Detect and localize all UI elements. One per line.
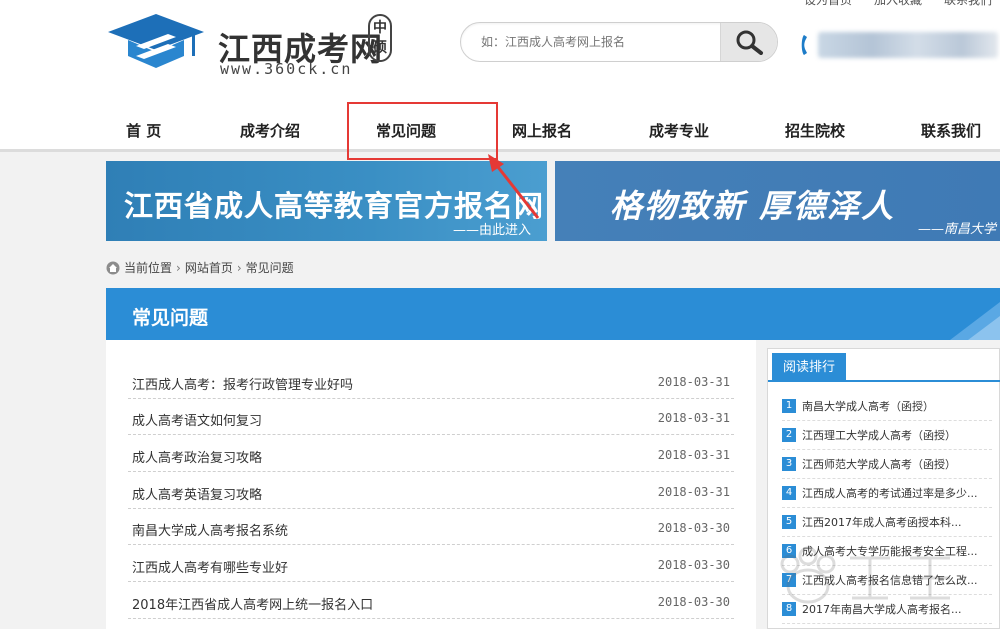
list-item[interactable]: 江西成人高考：报考行政管理专业好吗 2018-03-31 — [128, 363, 734, 399]
rank-item[interactable]: 2 江西理工大学成人高考（函授） — [782, 422, 992, 450]
sidebar-tab-ranking[interactable]: 阅读排行 — [772, 353, 846, 382]
rank-item[interactable]: 6 成人高考大专学历能报考安全工程... — [782, 538, 992, 566]
list-item[interactable]: 成人高考英语复习攻略 2018-03-31 — [128, 473, 734, 509]
list-item[interactable]: 成人高考政治复习攻略 2018-03-31 — [128, 436, 734, 472]
article-title[interactable]: 江西成人高考有哪些专业好 — [132, 557, 288, 576]
article-title[interactable]: 成人高考英语复习攻略 — [132, 484, 262, 503]
rank-item[interactable]: 3 江西师范大学成人高考（函授） — [782, 451, 992, 479]
banner-left-subtitle: ——由此进入 — [452, 223, 531, 238]
rank-title[interactable]: 江西成人高考报名信息错了怎么改... — [802, 572, 992, 588]
rank-number: 3 — [782, 457, 796, 471]
list-item[interactable]: 江西成人高考有哪些专业好 2018-03-30 — [128, 546, 734, 582]
nav-item-intro[interactable]: 成考介绍 — [240, 102, 300, 152]
rank-title[interactable]: 成人高考大专学历能报考安全工程... — [802, 543, 992, 559]
article-list: 江西成人高考：报考行政管理专业好吗 2018-03-31 成人高考语文如何复习 … — [106, 340, 756, 629]
nav-item-contact[interactable]: 联系我们 — [921, 102, 981, 152]
breadcrumb-home[interactable]: 网站首页 — [185, 259, 233, 276]
banner-university-motto[interactable]: 格物致新 厚德泽人 ——南昌大学 — [555, 161, 1000, 241]
article-date: 2018-03-31 — [657, 485, 730, 499]
rank-title[interactable]: 2017年南昌大学成人高考报名... — [802, 601, 992, 617]
breadcrumb-faq[interactable]: 常见问题 — [246, 259, 294, 276]
article-date: 2018-03-30 — [657, 521, 730, 535]
banner-right-subtitle: ——南昌大学 — [917, 222, 996, 237]
breadcrumb-separator: › — [176, 260, 181, 275]
rank-number: 8 — [782, 602, 796, 616]
banner-official-registration[interactable]: 江西省成人高等教育官方报名网 ——由此进入 — [106, 161, 547, 241]
list-item[interactable]: 2018年江西省成人高考网上统一报名入口 2018-03-30 — [128, 583, 734, 619]
reading-rank-sidebar: 阅读排行 1 南昌大学成人高考（函授） 2 江西理工大学成人高考（函授） 3 江… — [767, 348, 1000, 629]
sidebar-header: 阅读排行 — [768, 349, 1000, 382]
article-date: 2018-03-30 — [657, 558, 730, 572]
rank-number: 1 — [782, 399, 796, 413]
search-button[interactable] — [720, 23, 777, 61]
contact-link[interactable]: 联系我们 — [944, 0, 992, 8]
rank-title[interactable]: 江西2017年成人高考函授本科... — [802, 514, 992, 530]
nav-item-majors[interactable]: 成考专业 — [649, 102, 709, 152]
annotation-highlight-box — [347, 102, 498, 160]
nav-item-register[interactable]: 网上报名 — [512, 102, 572, 152]
rank-item[interactable]: 7 江西成人高考报名信息错了怎么改... — [782, 567, 992, 595]
top-links: 设为首页 加入收藏 联系我们 — [804, 0, 1000, 8]
article-title[interactable]: 成人高考政治复习攻略 — [132, 447, 262, 466]
banner-right-title: 格物致新 厚德泽人 — [610, 187, 896, 225]
section-header: 常见问题 — [106, 288, 1000, 340]
phone-number — [800, 30, 1000, 60]
rank-number: 5 — [782, 515, 796, 529]
rank-number: 6 — [782, 544, 796, 558]
site-logo[interactable]: 江西成考网 中硕 www.360ck.cn — [106, 10, 396, 80]
rank-number: 4 — [782, 486, 796, 500]
rank-number: 7 — [782, 573, 796, 587]
breadcrumb: 当前位置 › 网站首页 › 常见问题 — [106, 259, 294, 276]
search-box — [460, 22, 778, 62]
article-title[interactable]: 南昌大学成人高考报名系统 — [132, 520, 288, 539]
rank-item[interactable]: 8 2017年南昌大学成人高考报名... — [782, 596, 992, 624]
rank-item[interactable]: 5 江西2017年成人高考函授本科... — [782, 509, 992, 537]
phone-icon — [801, 35, 807, 55]
set-homepage-link[interactable]: 设为首页 — [804, 0, 852, 8]
breadcrumb-separator: › — [236, 260, 242, 275]
article-date: 2018-03-31 — [657, 375, 730, 389]
graduation-cap-icon — [108, 14, 204, 68]
logo-badge: 中硕 — [368, 14, 392, 62]
search-input[interactable] — [461, 23, 721, 61]
rank-number: 2 — [782, 428, 796, 442]
section-header-decoration — [950, 302, 1000, 340]
search-icon — [736, 30, 763, 55]
article-date: 2018-03-30 — [657, 595, 730, 609]
rank-item[interactable]: 4 江西成人高考的考试通过率是多少... — [782, 480, 992, 508]
nav-item-home[interactable]: 首 页 — [126, 102, 161, 152]
main-nav: 首 页 成考介绍 常见问题 网上报名 成考专业 招生院校 联系我们 — [0, 102, 1000, 152]
article-date: 2018-03-31 — [657, 448, 730, 462]
home-icon — [106, 261, 120, 274]
logo-url: www.360ck.cn — [220, 60, 353, 78]
list-item[interactable]: 成人高考语文如何复习 2018-03-31 — [128, 399, 734, 435]
add-favorite-link[interactable]: 加入收藏 — [874, 0, 922, 8]
rank-title[interactable]: 江西师范大学成人高考（函授） — [802, 456, 992, 472]
site-header: 江西成考网 中硕 www.360ck.cn — [0, 0, 1000, 102]
rank-title[interactable]: 江西成人高考的考试通过率是多少... — [802, 485, 992, 501]
rank-title[interactable]: 江西理工大学成人高考（函授） — [802, 427, 992, 443]
section-title: 常见问题 — [132, 307, 209, 329]
nav-item-schools[interactable]: 招生院校 — [785, 102, 845, 152]
article-title[interactable]: 成人高考语文如何复习 — [132, 410, 262, 429]
rank-title[interactable]: 南昌大学成人高考（函授） — [802, 398, 992, 414]
article-date: 2018-03-31 — [657, 411, 730, 425]
rank-item[interactable]: 1 南昌大学成人高考（函授） — [782, 393, 992, 421]
article-title[interactable]: 2018年江西省成人高考网上统一报名入口 — [132, 594, 373, 613]
blurred-phone — [818, 32, 998, 58]
list-item[interactable]: 南昌大学成人高考报名系统 2018-03-30 — [128, 509, 734, 545]
breadcrumb-current-label: 当前位置 — [124, 261, 173, 275]
article-title[interactable]: 江西成人高考：报考行政管理专业好吗 — [132, 374, 353, 393]
